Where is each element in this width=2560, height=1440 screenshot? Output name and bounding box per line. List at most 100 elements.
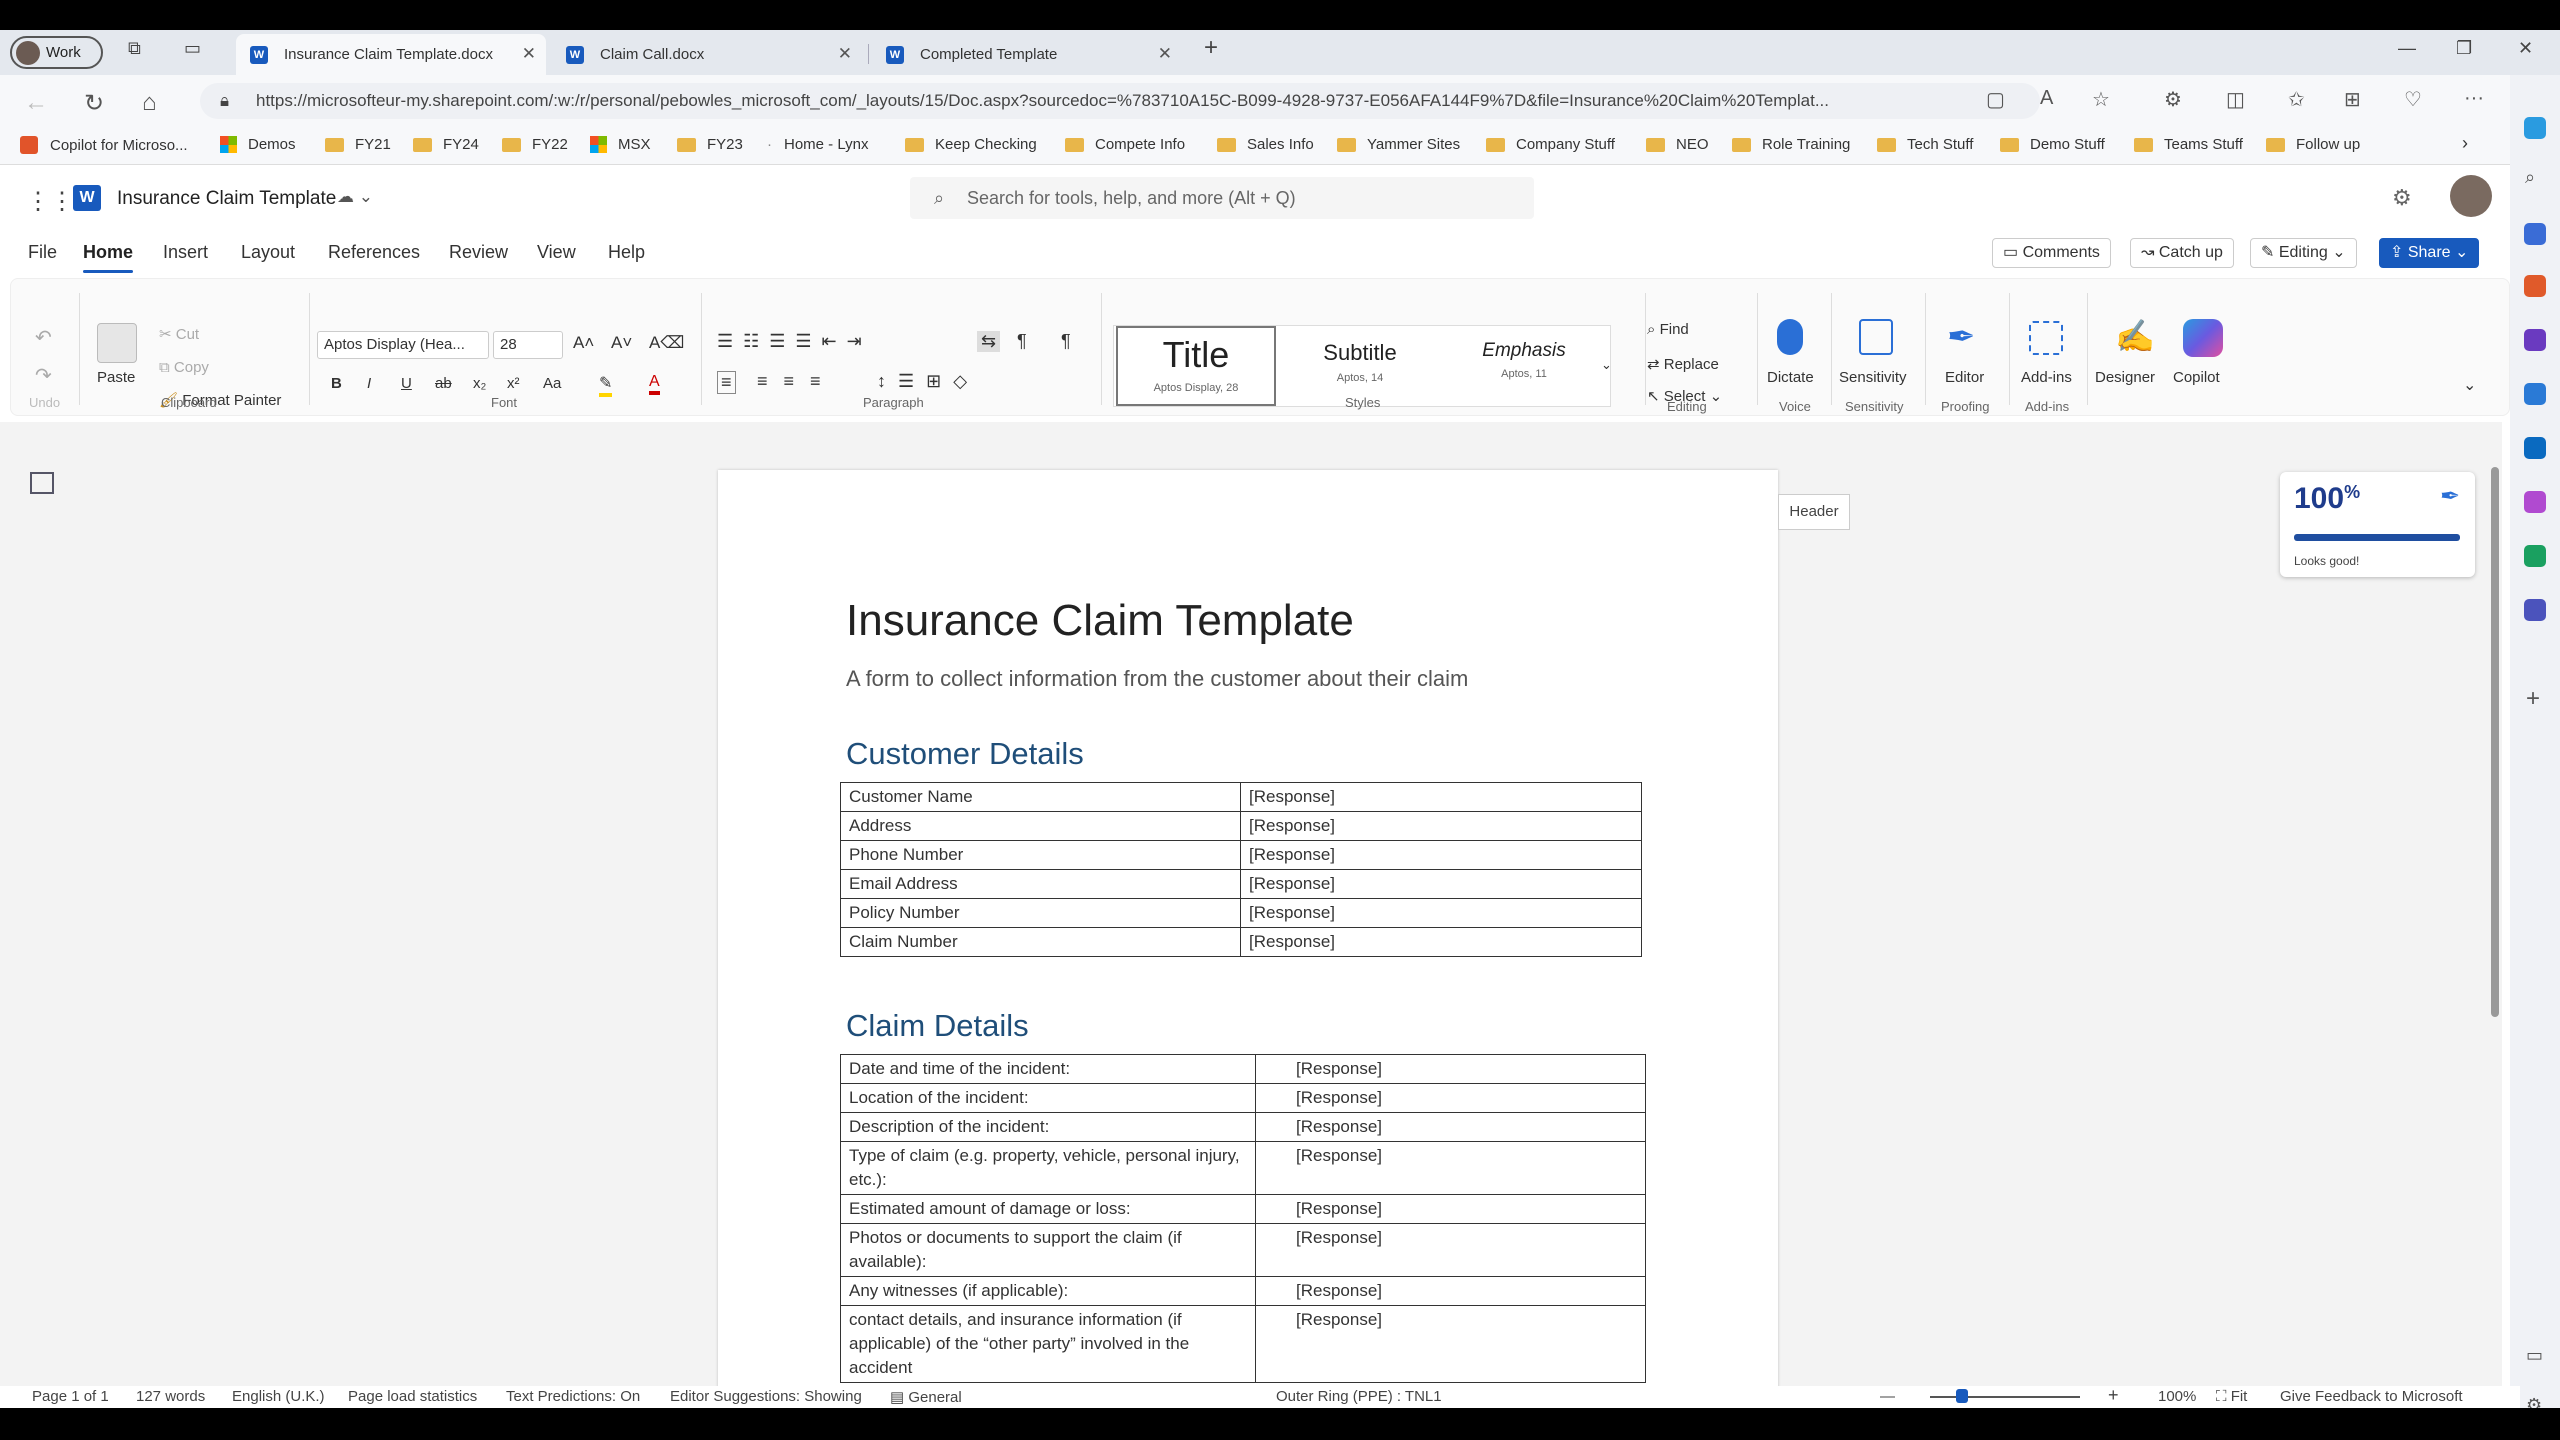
favorite-compete-info[interactable]: Compete Info xyxy=(1065,136,1185,153)
rtl-icon[interactable]: ⇆ xyxy=(977,331,1001,352)
list-icons[interactable]: ☰☷☰☰⇤⇥ xyxy=(717,331,872,352)
restore-icon[interactable]: ❐ xyxy=(2456,38,2472,59)
change-case-icon[interactable]: Aa xyxy=(543,375,561,392)
underline-icon[interactable]: U xyxy=(401,375,412,392)
autosave-status-icon[interactable]: ☁ ⌄ xyxy=(337,187,373,207)
ltr-icon[interactable]: ¶ xyxy=(1017,331,1027,352)
highlight-icon[interactable]: ✎ xyxy=(599,373,613,397)
show-formatting-icon[interactable]: ¶ xyxy=(1061,331,1071,352)
zoom-slider[interactable] xyxy=(1930,1396,2080,1398)
favorite-msx[interactable]: MSX xyxy=(590,136,651,153)
tab-references[interactable]: References xyxy=(328,242,420,263)
alignment-icons[interactable]: ≡≡≡ xyxy=(757,371,837,392)
more-icon[interactable]: ··· xyxy=(2464,87,2484,110)
designer-icon[interactable]: ✍ xyxy=(2115,317,2155,355)
sensitivity-status[interactable]: ▤ General xyxy=(890,1388,962,1406)
favorite-role-training[interactable]: Role Training xyxy=(1732,136,1850,153)
close-window-icon[interactable]: ✕ xyxy=(2518,38,2533,59)
tab-home[interactable]: Home xyxy=(83,242,134,273)
sensitivity-icon[interactable] xyxy=(1859,319,1893,355)
favorite-teams-stuff[interactable]: Teams Stuff xyxy=(2134,136,2243,153)
editing-mode-button[interactable]: ✎ Editing ⌄ xyxy=(2250,238,2357,268)
catch-up-button[interactable]: ↝ Catch up xyxy=(2130,238,2234,268)
strikethrough-icon[interactable]: ab xyxy=(435,375,452,392)
favorite-tech-stuff[interactable]: Tech Stuff xyxy=(1877,136,1973,153)
response-cell[interactable]: [Response] xyxy=(1255,1276,1646,1306)
favorite-demos[interactable]: Demos xyxy=(220,136,296,153)
favorite-fy22[interactable]: FY22 xyxy=(502,136,568,153)
word-count[interactable]: 127 words xyxy=(136,1388,205,1405)
response-cell[interactable]: [Response] xyxy=(1255,1054,1646,1084)
editor-button[interactable]: Editor xyxy=(1945,369,1984,386)
replace-button[interactable]: ⇄ Replace xyxy=(1647,355,1719,373)
read-aloud-icon[interactable]: ▢ xyxy=(1986,87,2005,112)
refresh-icon[interactable]: ↻ xyxy=(84,89,104,118)
designer-icon[interactable] xyxy=(2524,491,2546,513)
scrollbar-thumb[interactable] xyxy=(2491,467,2499,1017)
games-icon[interactable] xyxy=(2524,329,2546,351)
copilot-button[interactable]: Copilot xyxy=(2173,369,2220,386)
favorite-demo-stuff[interactable]: Demo Stuff xyxy=(2000,136,2105,153)
style-title[interactable]: Title Aptos Display, 28 xyxy=(1116,326,1276,406)
favorite-fy24[interactable]: FY24 xyxy=(413,136,479,153)
zoom-in-icon[interactable]: + xyxy=(2108,1385,2119,1406)
sensitivity-button[interactable]: Sensitivity xyxy=(1839,369,1907,386)
favorite-copilot[interactable]: Copilot for Microso... xyxy=(20,136,188,154)
favorites-icon[interactable]: ✩ xyxy=(2288,87,2305,112)
editor-score-card[interactable]: 100% ✒ Looks good! xyxy=(2280,472,2475,577)
response-cell[interactable]: [Response] xyxy=(1240,927,1642,957)
search-input[interactable]: ⌕ Search for tools, help, and more (Alt … xyxy=(910,177,1534,219)
close-tab-icon[interactable]: ✕ xyxy=(1158,44,1172,64)
shrink-font-icon[interactable]: A˅ xyxy=(611,333,632,353)
superscript-icon[interactable]: x² xyxy=(507,375,520,392)
comments-button[interactable]: ▭ Comments xyxy=(1992,238,2111,268)
tab-claim-call[interactable]: W Claim Call.docx ✕ xyxy=(552,34,862,75)
add-sidebar-app-icon[interactable]: + xyxy=(2526,685,2540,713)
document-title[interactable]: Insurance Claim Template xyxy=(117,188,336,210)
share-button[interactable]: ⇪ Share ⌄ xyxy=(2379,238,2480,268)
favorite-keep-checking[interactable]: Keep Checking xyxy=(905,136,1037,153)
response-cell[interactable]: [Response] xyxy=(1255,1083,1646,1113)
outlook-icon[interactable] xyxy=(2524,437,2546,459)
shopping-icon[interactable] xyxy=(2524,275,2546,297)
editor-pen-icon[interactable]: ✒ xyxy=(1947,317,1976,357)
url-field[interactable]: 🔒︎ https://microsofteur-my.sharepoint.co… xyxy=(200,83,2040,119)
style-subtitle[interactable]: Subtitle Aptos, 14 xyxy=(1280,326,1440,406)
favorite-fy23[interactable]: FY23 xyxy=(677,136,743,153)
response-cell[interactable]: [Response] xyxy=(1255,1223,1646,1277)
settings-icon[interactable]: ⚙ xyxy=(2392,185,2412,211)
header-tag[interactable]: Header xyxy=(1778,494,1850,530)
grow-font-icon[interactable]: A˄ xyxy=(573,333,594,353)
workspaces-icon[interactable]: ⧉ xyxy=(128,38,141,59)
response-cell[interactable]: [Response] xyxy=(1255,1194,1646,1224)
chevron-right-icon[interactable]: › xyxy=(2462,133,2468,154)
designer-button[interactable]: Designer xyxy=(2095,369,2155,386)
text-predictions[interactable]: Text Predictions: On xyxy=(506,1388,640,1405)
font-color-icon[interactable]: A xyxy=(649,373,660,395)
paste-icon[interactable] xyxy=(97,323,137,363)
zoom-out-icon[interactable]: — xyxy=(1880,1388,1895,1405)
dictate-button[interactable]: Dictate xyxy=(1767,369,1814,386)
editor-suggestions[interactable]: Editor Suggestions: Showing xyxy=(670,1388,862,1405)
font-size-dropdown[interactable]: 28 xyxy=(493,331,563,359)
search-icon[interactable]: ⌕ xyxy=(2525,167,2535,188)
tab-completed-template[interactable]: W Completed Template ✕ xyxy=(872,34,1182,75)
favorite-home-lynx[interactable]: · Home - Lynx xyxy=(767,136,868,153)
favorite-yammer-sites[interactable]: Yammer Sites xyxy=(1337,136,1460,153)
tools-icon[interactable] xyxy=(2524,223,2546,245)
response-cell[interactable]: [Response] xyxy=(1255,1141,1646,1195)
favorite-follow-up[interactable]: Follow up xyxy=(2266,136,2360,153)
extensions-icon[interactable]: ⚙ xyxy=(2164,87,2182,112)
font-name-dropdown[interactable]: Aptos Display (Hea... xyxy=(317,331,489,359)
language[interactable]: English (U.K.) xyxy=(232,1388,325,1405)
back-icon[interactable]: ← xyxy=(24,89,48,117)
tab-review[interactable]: Review xyxy=(449,242,508,263)
text-size-icon[interactable]: A xyxy=(2040,87,2053,110)
browser-essentials-icon[interactable]: ♡ xyxy=(2404,87,2422,112)
split-screen-icon[interactable]: ◫ xyxy=(2226,87,2245,112)
avatar[interactable] xyxy=(2450,175,2492,217)
microphone-icon[interactable] xyxy=(1777,319,1803,355)
tab-layout[interactable]: Layout xyxy=(241,242,295,263)
tab-insert[interactable]: Insert xyxy=(163,242,208,263)
bold-icon[interactable]: B xyxy=(331,375,342,392)
